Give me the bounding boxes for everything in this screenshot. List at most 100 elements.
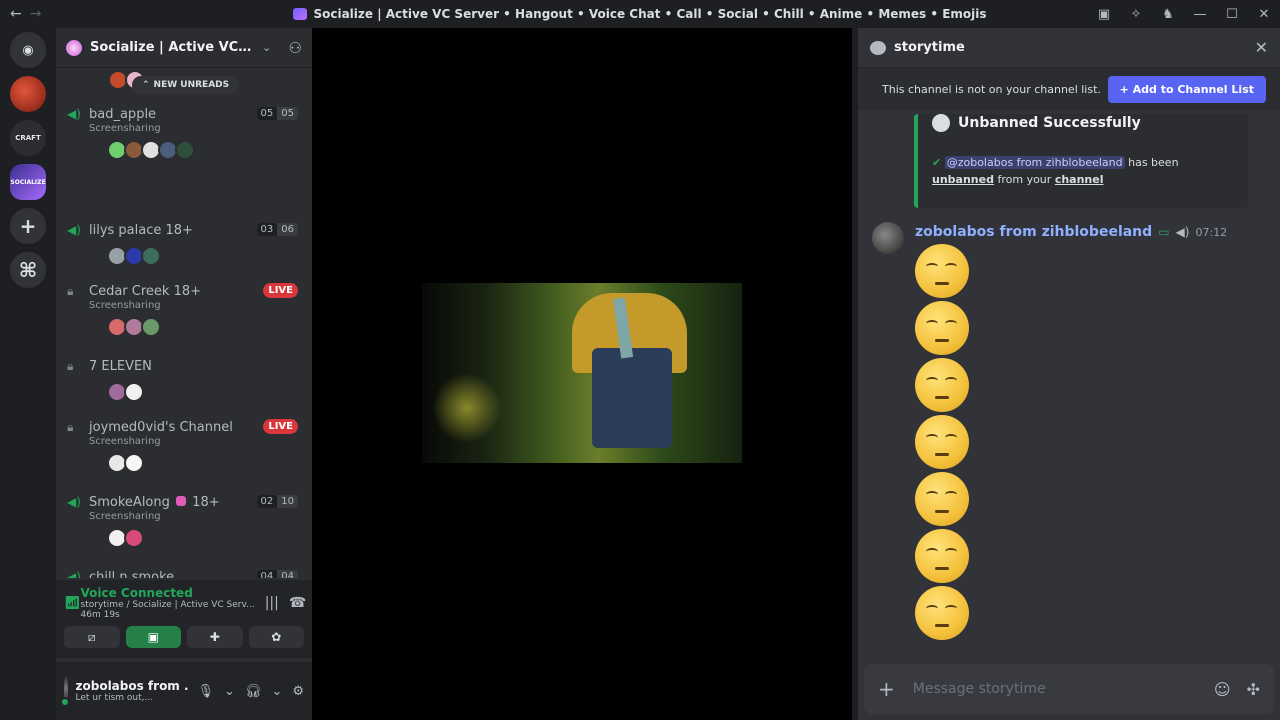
close-icon[interactable]: ✕ bbox=[1255, 38, 1268, 57]
server-icon-2[interactable]: CRAFT bbox=[10, 120, 46, 156]
relieved-face-emoji-icon[interactable] bbox=[915, 529, 969, 583]
server-rail: ◉ CRAFT SOCIALIZE + ⌘ bbox=[0, 28, 56, 720]
server-header[interactable]: Socialize | Active VC Server ⌄ ⚇ bbox=[56, 28, 312, 68]
back-arrow-icon[interactable]: ← bbox=[10, 6, 22, 22]
voice-elapsed: 46m 19s bbox=[80, 610, 120, 620]
soundboard-button[interactable]: ✿ bbox=[248, 626, 304, 648]
server-icon-1[interactable] bbox=[10, 76, 46, 112]
chevron-down-icon[interactable]: ⌄ bbox=[271, 684, 282, 699]
voice-channel-name: bad_apple bbox=[89, 106, 157, 122]
user-count-current: 02 bbox=[256, 495, 278, 508]
embed-text: has been bbox=[1128, 156, 1179, 169]
activities-button[interactable]: ✚ bbox=[187, 626, 243, 648]
voice-status-title[interactable]: Voice Connected bbox=[81, 586, 255, 600]
message-author[interactable]: zobolabos from zihblobeeland bbox=[915, 224, 1152, 240]
close-window-icon[interactable]: ✕ bbox=[1248, 7, 1280, 22]
voice-location[interactable]: storytime / Socialize | Active VC Serv..… bbox=[81, 600, 255, 610]
disconnect-icon[interactable]: ☎ bbox=[289, 595, 306, 611]
avatar[interactable] bbox=[59, 677, 70, 707]
voice-channel-name-suffix: 18+ bbox=[192, 494, 220, 510]
explore-icon[interactable]: ⌘ bbox=[10, 252, 46, 288]
settings-gear-icon[interactable]: ⚙ bbox=[292, 684, 304, 699]
voice-channel-name: lilys palace 18+ bbox=[89, 222, 193, 238]
relieved-face-emoji-icon[interactable] bbox=[915, 301, 969, 355]
relieved-face-emoji-icon[interactable] bbox=[915, 415, 969, 469]
channel-avatars bbox=[56, 246, 312, 266]
voice-channel-lilys-palace[interactable]: ◀) lilys palace 18+ 03 06 bbox=[56, 220, 312, 266]
embed-title-text: Unbanned Successfully bbox=[958, 115, 1141, 131]
lock-icon: 🔒︎ bbox=[67, 419, 74, 434]
speaker-icon: ◀) bbox=[67, 570, 81, 578]
server-icon-socialize[interactable]: SOCIALIZE bbox=[10, 164, 46, 200]
user-panel: zobolabos from ... Let ur tism out,... 🎙… bbox=[56, 662, 312, 720]
video-subject bbox=[572, 293, 687, 463]
user-name[interactable]: zobolabos from ... bbox=[76, 679, 188, 693]
online-status-icon bbox=[59, 697, 70, 707]
message-input[interactable] bbox=[912, 681, 1198, 697]
avatar[interactable] bbox=[124, 382, 144, 402]
screenshare-button[interactable]: ▣ bbox=[125, 626, 181, 648]
avatar[interactable] bbox=[175, 140, 195, 160]
voice-channel-7-eleven[interactable]: 🔒︎ 7 ELEVEN bbox=[56, 356, 312, 402]
relieved-face-emoji-icon[interactable] bbox=[915, 358, 969, 412]
maximize-icon[interactable]: ☐ bbox=[1216, 7, 1248, 22]
emoji-stack bbox=[915, 244, 969, 643]
discord-home-icon[interactable]: ◉ bbox=[10, 32, 46, 68]
avatar[interactable] bbox=[141, 246, 161, 266]
camera-off-button[interactable]: ⧄ bbox=[64, 626, 120, 648]
channel-avatars bbox=[56, 382, 312, 402]
voice-channel-smokealong[interactable]: ◀) SmokeAlong 18+ 02 10 Screensharing bbox=[56, 492, 312, 548]
channel-list: ⌃ NEW UNREADS ◀) bad_apple 05 05 Screens… bbox=[56, 68, 312, 578]
lock-icon: 🔒︎ bbox=[67, 358, 74, 373]
new-unreads-label: NEW UNREADS bbox=[153, 80, 230, 90]
emoji-mouth bbox=[935, 396, 949, 399]
avatar[interactable] bbox=[124, 528, 144, 548]
minimize-icon[interactable]: — bbox=[1184, 7, 1216, 22]
voice-channel-name-text: SmokeAlong bbox=[89, 494, 170, 510]
user-count: 02 10 bbox=[256, 495, 298, 508]
invite-people-icon[interactable]: ⚇ bbox=[289, 39, 302, 57]
new-unreads-pill[interactable]: ⌃ NEW UNREADS bbox=[132, 76, 240, 94]
screen-icon: ▭ bbox=[1158, 225, 1170, 239]
headphones-icon[interactable]: 🎧︎ bbox=[245, 684, 262, 699]
activity-icon[interactable]: ♞ bbox=[1152, 7, 1184, 22]
relieved-face-emoji-icon[interactable] bbox=[915, 472, 969, 526]
avatar[interactable] bbox=[872, 222, 904, 254]
add-to-channel-list-button[interactable]: + Add to Channel List bbox=[1107, 75, 1266, 103]
chevron-down-icon[interactable]: ⌄ bbox=[224, 684, 235, 699]
user-count-current: 04 bbox=[256, 570, 278, 578]
user-count-limit: 05 bbox=[277, 107, 298, 120]
embed-text: from your bbox=[997, 173, 1052, 186]
avatar[interactable] bbox=[141, 317, 161, 337]
emoji-picker-icon[interactable]: ☺ bbox=[1214, 680, 1231, 699]
video-light bbox=[432, 373, 502, 443]
tools-icon[interactable]: ✧ bbox=[1120, 7, 1152, 22]
heart-emoji-icon bbox=[176, 495, 187, 506]
user-mention[interactable]: @zobolabos from zihblobeeland bbox=[944, 156, 1125, 169]
stream-stage[interactable] bbox=[312, 28, 852, 720]
signal-icon[interactable]: 📶︎ bbox=[64, 596, 81, 611]
add-server-icon[interactable]: + bbox=[10, 208, 46, 244]
relieved-face-emoji-icon[interactable] bbox=[915, 586, 969, 640]
inbox-icon[interactable]: ▣ bbox=[1088, 7, 1120, 22]
speaker-icon: ◀) bbox=[67, 107, 81, 121]
emoji-mouth bbox=[935, 282, 949, 285]
screenshare-video[interactable] bbox=[422, 283, 742, 463]
emoji-mouth bbox=[935, 624, 949, 627]
voice-channel-bad-apple[interactable]: ◀) bad_apple 05 05 Screensharing bbox=[56, 104, 312, 160]
microphone-icon[interactable]: 🎙︎ bbox=[198, 684, 215, 699]
voice-channel-cedar-creek[interactable]: 🔒︎ Cedar Creek 18+ LIVE Screensharing bbox=[56, 281, 312, 337]
forward-arrow-icon[interactable]: → bbox=[30, 6, 42, 22]
voice-channel-chill-n-smoke[interactable]: ◀) chill n smoke 04 04 bbox=[56, 567, 312, 578]
channel-activity: Screensharing bbox=[89, 511, 161, 522]
noise-suppression-icon[interactable]: ||| bbox=[265, 595, 279, 611]
channel-activity: Screensharing bbox=[89, 123, 161, 134]
voice-channel-joymed0vid[interactable]: 🔒︎ joymed0vid's Channel LIVE Screenshari… bbox=[56, 417, 312, 473]
lock-icon: 🔒︎ bbox=[67, 283, 74, 298]
chevron-down-icon[interactable]: ⌄ bbox=[262, 41, 271, 54]
apps-icon[interactable]: ✣ bbox=[1247, 680, 1260, 699]
avatar[interactable] bbox=[124, 453, 144, 473]
relieved-face-emoji-icon[interactable] bbox=[915, 244, 969, 298]
add-attachment-icon[interactable]: + bbox=[878, 677, 895, 701]
settings-cog-icon bbox=[932, 114, 950, 132]
